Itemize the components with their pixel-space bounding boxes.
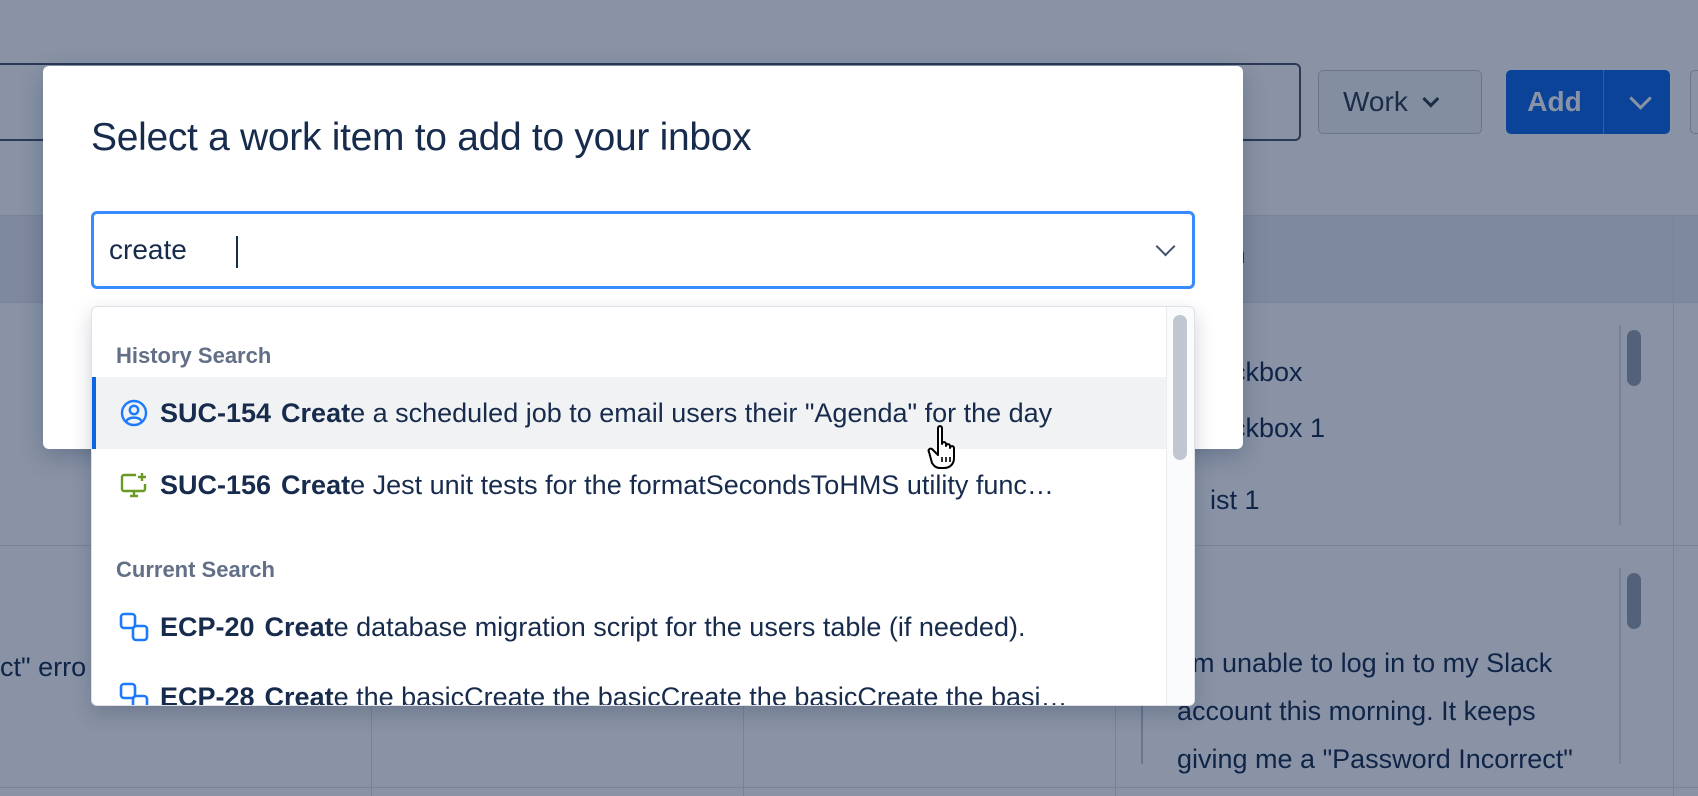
listbox-scrollbar-thumb[interactable] xyxy=(1173,315,1187,460)
option-key: SUC-156 xyxy=(160,469,272,500)
group-header-history: History Search xyxy=(116,343,272,368)
group-header-current: Current Search xyxy=(116,557,275,582)
option-match: Creat xyxy=(264,681,334,706)
combobox-toggle[interactable] xyxy=(1132,214,1192,286)
user-circle-icon xyxy=(118,397,150,429)
work-item-search-input[interactable] xyxy=(94,214,1132,286)
text-caret xyxy=(236,236,238,268)
option-suc-156[interactable]: SUC-156 Creat e Jest unit tests for the … xyxy=(92,449,1168,521)
option-match: Creat xyxy=(281,469,351,500)
option-summary: e the basicCreate the basicCreate the ba… xyxy=(333,681,1068,706)
option-key: ECP-20 xyxy=(160,611,255,642)
option-ecp-28[interactable]: ECP-28 Creat e the basicCreate the basic… xyxy=(92,661,1168,706)
chevron-down-icon xyxy=(1155,236,1176,257)
option-match: Creat xyxy=(264,611,334,642)
monitor-plus-icon xyxy=(118,469,150,501)
option-ecp-20[interactable]: ECP-20 Creat e database migration script… xyxy=(92,591,1168,663)
search-results-listbox: History Search SUC-154 Creat e a schedul… xyxy=(91,306,1195,706)
subtask-icon xyxy=(118,611,150,643)
dialog-title: Select a work item to add to your inbox xyxy=(91,116,752,159)
option-key: ECP-28 xyxy=(160,681,255,706)
option-summary: e Jest unit tests for the formatSecondsT… xyxy=(350,469,1054,500)
work-item-search-combobox[interactable] xyxy=(91,211,1195,289)
option-suc-154[interactable]: SUC-154 Creat e a scheduled job to email… xyxy=(92,377,1168,449)
hand-pointer-cursor-icon xyxy=(927,425,955,469)
option-summary: e database migration script for the user… xyxy=(333,611,1026,642)
option-match: Creat xyxy=(281,397,351,428)
subtask-icon xyxy=(118,681,150,705)
option-key: SUC-154 xyxy=(160,397,272,428)
